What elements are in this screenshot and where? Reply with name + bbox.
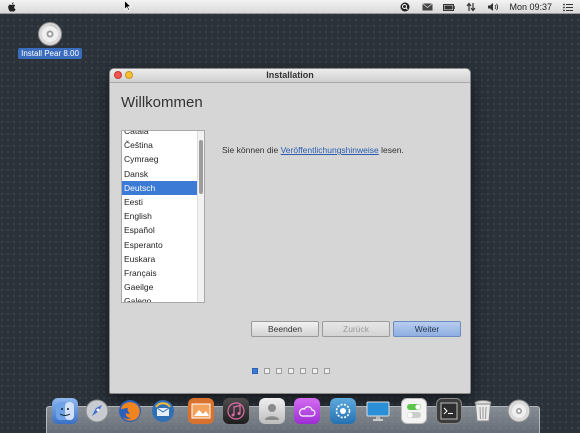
settings-icon[interactable] [330,398,356,424]
apple-menu-icon[interactable] [8,1,16,12]
finder-icon[interactable] [52,398,78,424]
terminal-icon[interactable] [436,398,462,424]
step-dot [324,368,330,374]
desktop-icon-install-disc[interactable]: Install Pear 8.00 [18,22,82,59]
step-indicator [252,368,330,374]
language-item[interactable]: Cymraeg [122,152,198,166]
switch-icon[interactable] [401,398,427,424]
thunderbird-icon[interactable] [150,398,176,424]
language-item[interactable]: English [122,209,198,223]
page-title: Willkommen [121,94,203,111]
language-item[interactable]: Čeština [122,138,198,152]
notification-list-icon[interactable] [562,2,574,12]
search-icon[interactable] [399,2,411,12]
language-item[interactable]: Galego [122,294,198,302]
step-dot [276,368,282,374]
minimize-button[interactable] [125,71,133,79]
scroll-thumb[interactable] [199,140,203,194]
installer-window: Installation Willkommen Català Čeština Cym… [109,68,471,394]
launchpad-icon[interactable] [84,398,110,424]
contacts-icon[interactable] [259,398,285,424]
menu-bar: Mon 09:37 [0,0,580,14]
disc-icon[interactable] [506,398,532,424]
display-icon[interactable] [365,398,391,424]
music-icon[interactable] [223,398,249,424]
cloud-icon[interactable] [294,398,320,424]
language-item[interactable]: Français [122,266,198,280]
desktop-icon-label: Install Pear 8.00 [18,48,82,59]
disc-icon [38,22,62,46]
step-dot [300,368,306,374]
quit-button[interactable]: Beenden [251,321,319,337]
release-notes-text: Sie können die Veröffentlichungshinweise… [222,145,404,155]
menubar-clock[interactable]: Mon 09:37 [509,2,552,12]
language-item[interactable]: Dansk [122,167,198,181]
step-dot [288,368,294,374]
language-items: Català Čeština Cymraeg Dansk Deutsch Eesti Eng… [122,131,198,302]
step-dot [264,368,270,374]
release-notes-suffix: lesen. [378,145,404,155]
language-item[interactable]: Català [122,131,198,138]
release-notes-link[interactable]: Veröffentlichungshinweise [281,145,379,155]
back-button[interactable]: Zurück [322,321,390,337]
language-item[interactable]: Español [122,223,198,237]
volume-icon[interactable] [487,2,499,12]
language-item[interactable]: Eesti [122,195,198,209]
photos-icon[interactable] [188,398,214,424]
language-item[interactable]: Gaeilge [122,280,198,294]
step-dot [252,368,258,374]
language-item[interactable]: Esperanto [122,238,198,252]
firefox-icon[interactable] [117,398,143,424]
mail-icon[interactable] [421,2,433,12]
release-notes-prefix: Sie können die [222,145,281,155]
language-list[interactable]: Català Čeština Cymraeg Dansk Deutsch Eesti Eng… [121,130,205,303]
trash-icon[interactable] [470,398,496,424]
language-list-scrollbar[interactable] [197,131,204,302]
next-button[interactable]: Weiter [393,321,461,337]
close-button[interactable] [114,71,122,79]
network-icon[interactable] [465,2,477,12]
battery-icon[interactable] [443,2,456,12]
mouse-cursor-icon [124,0,133,12]
window-title: Installation [266,70,314,80]
language-item[interactable]: Euskara [122,252,198,266]
step-dot [312,368,318,374]
window-titlebar[interactable]: Installation [110,69,470,83]
language-item[interactable]: Deutsch [122,180,198,195]
